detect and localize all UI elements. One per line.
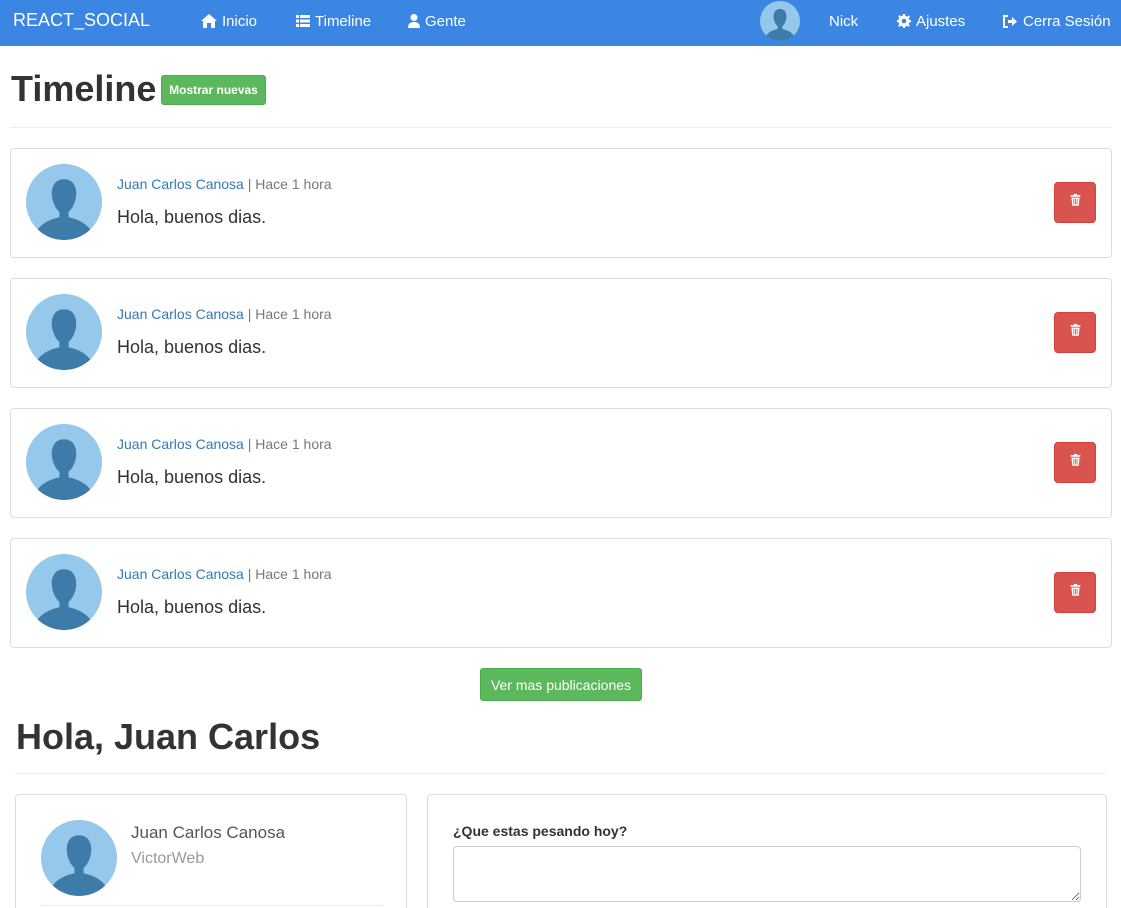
post-avatar[interactable] [26,164,102,240]
load-more-button[interactable]: Ver mas publicaciones [480,668,642,701]
post-author-link[interactable]: Juan Carlos Canosa [117,566,244,582]
meta-separator: | [243,436,256,452]
post-avatar[interactable] [26,424,102,500]
post-card: Juan Carlos Canosa | Hace 1 hora Hola, b… [10,148,1112,258]
trash-icon [1069,323,1082,342]
nav-item-label: Ajustes [916,12,966,30]
post-time: Hace 1 hora [255,436,332,452]
compose-textarea[interactable] [453,846,1081,902]
nav-item-gente[interactable]: Gente [408,12,466,30]
post-time: Hace 1 hora [255,176,332,192]
post-text: Hola, buenos dias. [117,207,267,227]
meta-separator: | [243,566,256,582]
nav-item-label: Cerra Sesión [1023,12,1111,30]
post-card: Juan Carlos Canosa | Hace 1 hora Hola, b… [10,408,1112,518]
delete-post-button[interactable] [1054,182,1096,223]
post-card: Juan Carlos Canosa | Hace 1 hora Hola, b… [10,278,1112,388]
post-text: Hola, buenos dias. [117,597,267,617]
list-icon [296,15,310,27]
post-time: Hace 1 hora [255,566,332,582]
nav-item-logout[interactable]: Cerra Sesión [1003,12,1111,30]
post-meta: Juan Carlos Canosa | Hace 1 hora [117,176,332,192]
nav-item-label: Timeline [315,12,372,30]
user-name-label: Nick [829,12,859,30]
nav-item-inicio[interactable]: Inicio [201,12,257,30]
profile-avatar[interactable] [41,820,117,896]
trash-icon [1069,193,1082,212]
delete-post-button[interactable] [1054,442,1096,483]
brand-logo[interactable]: REACT_SOCIAL [13,10,150,31]
post-avatar[interactable] [26,554,102,630]
post-meta: Juan Carlos Canosa | Hace 1 hora [117,566,332,582]
post-author-link[interactable]: Juan Carlos Canosa [117,176,244,192]
nav-avatar[interactable] [760,1,800,41]
nav-user-name[interactable]: Nick [829,12,858,30]
post-meta: Juan Carlos Canosa | Hace 1 hora [117,436,332,452]
trash-icon [1069,453,1082,472]
profile-name: Juan Carlos Canosa [131,823,286,842]
post-text: Hola, buenos dias. [117,467,267,487]
greeting-heading: Hola, Juan Carlos [16,716,321,757]
home-icon [201,14,217,28]
post-avatar[interactable] [26,294,102,370]
page-title: Timeline [11,68,157,109]
divider [15,773,1107,774]
profile-username: VictorWeb [131,850,205,867]
nav-item-timeline[interactable]: Timeline [296,12,371,30]
top-navbar: REACT_SOCIAL Inicio Timeline Gente Nick … [0,0,1121,46]
trash-icon [1069,583,1082,602]
post-author-link[interactable]: Juan Carlos Canosa [117,436,244,452]
post-meta: Juan Carlos Canosa | Hace 1 hora [117,306,332,322]
post-author-link[interactable]: Juan Carlos Canosa [117,306,244,322]
nav-item-label: Inicio [222,12,258,30]
meta-separator: | [243,306,256,322]
delete-post-button[interactable] [1054,572,1096,613]
compose-card: ¿Que estas pesando hoy? [427,794,1107,908]
profile-card: Juan Carlos Canosa VictorWeb [15,794,407,908]
divider [41,905,383,906]
meta-separator: | [243,176,256,192]
user-icon [408,14,420,28]
nav-item-label: Gente [425,12,466,30]
show-new-button[interactable]: Mostrar nuevas [161,75,266,105]
gear-icon [897,14,911,28]
delete-post-button[interactable] [1054,312,1096,353]
compose-label: ¿Que estas pesando hoy? [453,823,628,839]
divider [10,127,1112,128]
post-card: Juan Carlos Canosa | Hace 1 hora Hola, b… [10,538,1112,648]
nav-item-ajustes[interactable]: Ajustes [897,12,965,30]
sign-out-icon [1003,14,1018,28]
post-text: Hola, buenos dias. [117,337,267,357]
post-time: Hace 1 hora [255,306,332,322]
